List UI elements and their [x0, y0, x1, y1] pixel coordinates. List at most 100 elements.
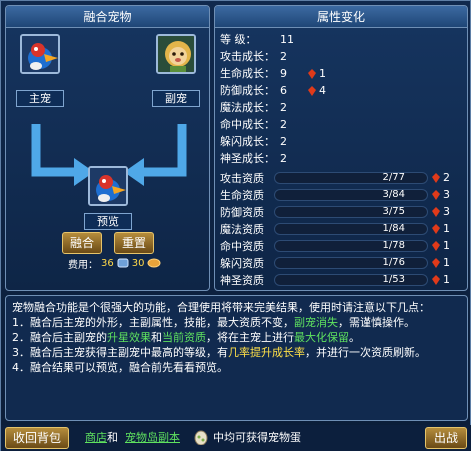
- aptitude-bonus-value: 1: [443, 222, 450, 235]
- attribute-panel-title: 属性变化: [215, 6, 467, 28]
- recall-to-bag-button[interactable]: 收回背包: [5, 427, 69, 449]
- reset-button[interactable]: 重置: [114, 232, 154, 254]
- aptitude-name: 躲闪资质: [220, 256, 264, 270]
- stat-value: 6: [280, 84, 287, 97]
- aptitude-bar: 3/75: [274, 205, 428, 218]
- pet-island-dungeon-link[interactable]: 宠物岛副本: [125, 430, 180, 446]
- pet-fusion-window: 融合宠物 主宠 副宠 预览 融合 重置 费用： 36 30 属性变化 等 级： …: [0, 0, 471, 451]
- aptitude-row-dodge: 躲闪资质 1/76 1: [220, 254, 466, 271]
- stat-name: 魔法成长：: [220, 101, 275, 114]
- main-pet-label: 主宠: [16, 90, 64, 107]
- sub-pet-label: 副宠: [152, 90, 200, 107]
- cost-value-2: 30: [131, 257, 145, 269]
- aptitude-row-hit: 命中资质 1/78 1: [220, 237, 466, 254]
- fusion-panel-title: 融合宠物: [6, 6, 209, 28]
- aptitude-bar: 1/76: [274, 256, 428, 269]
- red-gem-icon: [432, 223, 440, 234]
- red-gem-icon: [308, 69, 316, 79]
- bottom-bar: 收回背包 商店 和 宠物岛副本 中均可获得宠物蛋 出战: [1, 425, 471, 451]
- pet-egg-icon: [194, 430, 208, 445]
- aptitude-row-defense: 防御资质 3/75 3: [220, 203, 466, 220]
- red-gem-icon: [432, 172, 440, 183]
- stat-value: 9: [280, 67, 287, 80]
- stat-row-dodge-growth: 躲闪成长： 2: [220, 135, 304, 149]
- desc-text: 和: [151, 331, 162, 344]
- lion-pet-icon: [158, 36, 194, 72]
- red-gem-icon: [432, 189, 440, 200]
- aptitude-name: 防御资质: [220, 205, 264, 219]
- stat-value: 2: [280, 152, 287, 165]
- arrow-left-icon: [124, 124, 187, 186]
- cost-row: 费用： 36 30: [68, 256, 161, 271]
- red-bird-pet-icon: [22, 36, 58, 72]
- attribute-panel: 属性变化 等 级： 11 攻击成长： 2 生命成长： 9 1 防御成长： 6 4…: [214, 5, 468, 291]
- egg-hint-text: 中均可获得宠物蛋: [213, 431, 301, 444]
- aptitude-name: 命中资质: [220, 239, 264, 253]
- aptitude-bonus: 1: [428, 256, 452, 269]
- stat-name: 生命成长：: [220, 67, 275, 80]
- aptitude-bonus-value: 3: [443, 188, 450, 201]
- aptitude-row-attack: 攻击资质 2/77 2: [220, 169, 466, 186]
- desc-highlight: 最大化保留: [294, 331, 349, 344]
- stat-value: 11: [280, 33, 294, 46]
- cost-value-1: 36: [101, 257, 114, 269]
- stat-bonus: 1: [319, 67, 326, 80]
- aptitude-bonus-value: 1: [443, 239, 450, 252]
- red-gem-icon: [308, 86, 316, 96]
- shop-link[interactable]: 商店: [85, 430, 107, 446]
- currency-icon: [117, 258, 129, 268]
- coin-icon: [147, 258, 161, 268]
- red-gem-icon: [432, 274, 440, 285]
- aptitude-name: 魔法资质: [220, 222, 264, 236]
- stat-name: 命中成长：: [220, 118, 275, 131]
- stat-value: 2: [280, 101, 287, 114]
- red-gem-icon: [432, 240, 440, 251]
- stat-bonus: 4: [319, 84, 326, 97]
- fusion-panel: 融合宠物 主宠 副宠 预览 融合 重置 费用： 36 30: [5, 5, 210, 291]
- aptitude-bar: 3/84: [274, 188, 428, 201]
- desc-highlight: 副宠消失: [294, 316, 338, 329]
- desc-highlight: 升星效果: [107, 331, 151, 344]
- aptitude-bonus-value: 1: [443, 256, 450, 269]
- preview-pet-slot[interactable]: [88, 166, 128, 206]
- aptitude-bar: 1/84: [274, 222, 428, 235]
- sub-pet-slot[interactable]: [156, 34, 196, 74]
- stat-row-holy-growth: 神圣成长： 2: [220, 152, 304, 166]
- aptitude-bonus: 1: [428, 273, 452, 286]
- aptitude-row-holy: 神圣资质 1/53 1: [220, 271, 466, 288]
- description-line-4: 4．融合结果可以预览，融合前先看看预览。: [12, 361, 228, 374]
- stat-name: 等 级：: [220, 33, 257, 46]
- stat-value: 2: [280, 118, 287, 131]
- aptitude-bar: 2/77: [274, 171, 428, 184]
- aptitude-row-magic: 魔法资质 1/84 1: [220, 220, 466, 237]
- aptitude-row-hp: 生命资质 3/84 3: [220, 186, 466, 203]
- aptitude-bonus: 3: [428, 205, 452, 218]
- main-pet-slot[interactable]: [20, 34, 60, 74]
- desc-text: 2．融合后主副宠的: [12, 331, 107, 344]
- description-line-3: 3．融合后主宠获得主副宠中最高的等级，有几率提升成长率，并进行一次资质刷新。: [12, 345, 461, 360]
- stat-row-magic-growth: 魔法成长： 2: [220, 101, 304, 115]
- stat-row-hp-growth: 生命成长： 9 1: [220, 67, 326, 81]
- stat-value: 2: [280, 50, 287, 63]
- stat-name: 躲闪成长：: [220, 135, 275, 148]
- aptitude-bonus: 3: [428, 188, 452, 201]
- stat-row-defense-growth: 防御成长： 6 4: [220, 84, 326, 98]
- aptitude-name: 攻击资质: [220, 171, 264, 185]
- aptitude-bonus-value: 2: [443, 171, 450, 184]
- aptitude-bonus: 1: [428, 222, 452, 235]
- description-intro: 宠物融合功能是个很强大的功能，合理使用将带来完美结果，使用时请注意以下几点：: [12, 301, 430, 314]
- stat-row-level: 等 级： 11: [220, 33, 304, 47]
- desc-highlight: 几率提升成长率: [228, 346, 305, 359]
- and-text: 和: [107, 431, 118, 444]
- aptitude-bonus-value: 1: [443, 273, 450, 286]
- stat-row-hit-growth: 命中成长： 2: [220, 118, 304, 132]
- desc-text: 3．融合后主宠获得主副宠中最高的等级，有: [12, 346, 228, 359]
- stat-row-attack-growth: 攻击成长： 2: [220, 50, 304, 64]
- deploy-button[interactable]: 出战: [425, 427, 467, 449]
- aptitude-bar: 1/78: [274, 239, 428, 252]
- stat-name: 防御成长：: [220, 84, 275, 97]
- desc-text: 1．融合后主宠的外形，主副属性，技能，最大资质不变，: [12, 316, 294, 329]
- fuse-button[interactable]: 融合: [62, 232, 102, 254]
- aptitude-name: 神圣资质: [220, 273, 264, 287]
- red-bird-pet-icon: [90, 168, 126, 204]
